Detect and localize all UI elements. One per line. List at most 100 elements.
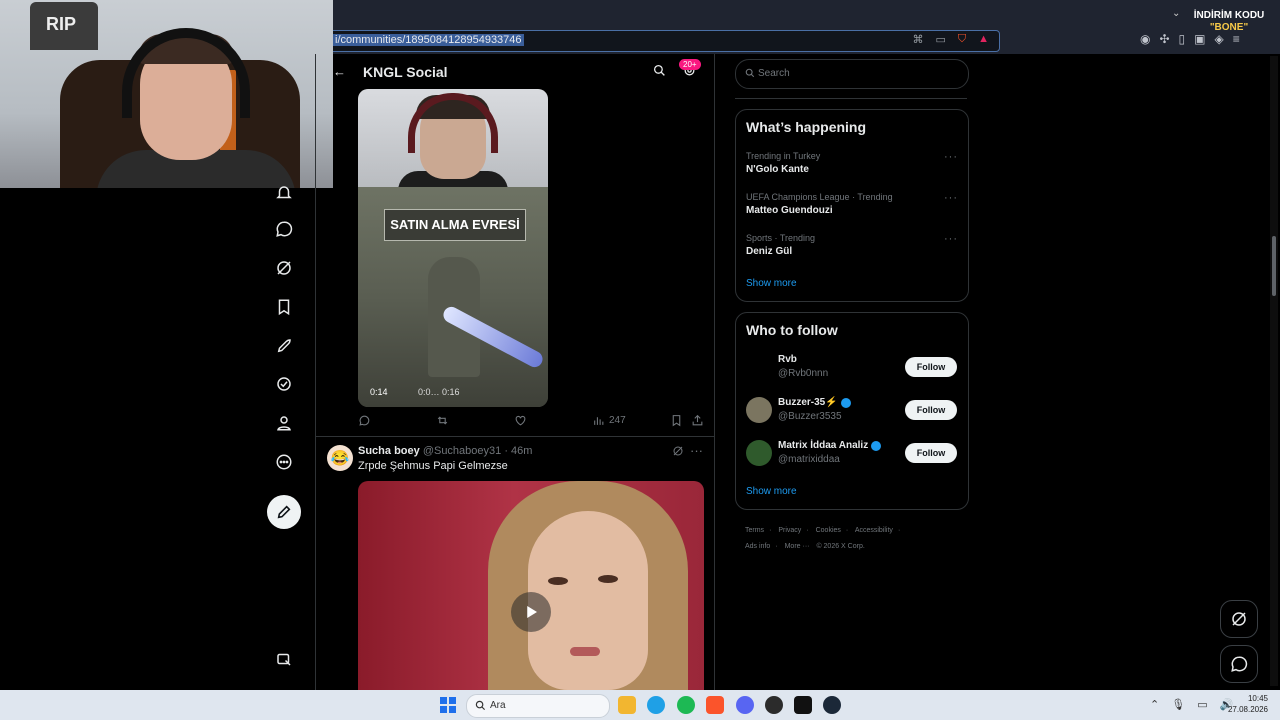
vpn-icon[interactable]: ◈ <box>1215 32 1224 46</box>
file-explorer-icon[interactable] <box>618 696 636 714</box>
profile-icon[interactable] <box>272 411 296 435</box>
taskbar-search-input[interactable]: Ara <box>466 694 610 718</box>
bookmark-icon[interactable] <box>670 414 683 427</box>
rip-sign: RIP <box>30 2 98 50</box>
footer-link-terms[interactable]: Terms <box>745 527 764 534</box>
follow-button[interactable]: Follow <box>905 443 957 463</box>
trend-item[interactable]: Matteo Guendouzi <box>746 205 833 216</box>
more-options-icon[interactable]: ··· <box>944 151 958 163</box>
share-icon[interactable] <box>691 414 704 427</box>
account-switcher-icon[interactable] <box>272 647 296 671</box>
who-to-follow-panel: Who to follow Rvb @Rvb0nnn Follow Buzzer… <box>735 312 969 510</box>
footer-link-accessibility[interactable]: Accessibility <box>855 527 893 534</box>
user-handle: @Rvb0nnn <box>778 368 829 379</box>
footer-link-privacy[interactable]: Privacy <box>778 527 801 534</box>
back-arrow-icon[interactable]: ← <box>333 64 346 79</box>
user-name[interactable]: Matrix İddaa Analiz <box>778 440 882 451</box>
more-options-icon[interactable]: ··· <box>944 192 958 204</box>
cast-icon[interactable]: ▭ <box>935 33 945 46</box>
footer-link-more[interactable]: More ··· <box>785 543 810 550</box>
promo-line-2: "BONE" <box>1209 22 1249 33</box>
clock[interactable]: 10:45 27.08.2026 <box>1226 693 1268 715</box>
author-name[interactable]: Sucha boey <box>358 445 420 457</box>
brave-rewards-icon[interactable]: ▲ <box>978 33 989 46</box>
panel-title: What’s happening <box>746 119 867 135</box>
play-button[interactable] <box>511 592 551 632</box>
views-icon <box>594 417 604 425</box>
user-handle: @Buzzer3535 <box>778 411 842 422</box>
more-circle-icon[interactable] <box>272 450 296 474</box>
taskbar: Ara ⌃ 🎙 ▭ 🔊 10:45 27.08.2026 <box>0 690 1280 720</box>
tab-list-chevron-icon[interactable]: ⌄ <box>1172 8 1180 19</box>
footer-link-cookies[interactable]: Cookies <box>816 527 841 534</box>
compose-post-button[interactable] <box>267 495 301 529</box>
search-icon <box>475 700 486 711</box>
sidebar-icon[interactable]: ▯ <box>1179 32 1186 46</box>
footer-links: Terms · Privacy · Cookies · Accessibility · … <box>745 527 901 550</box>
verified-badge-icon <box>871 440 882 451</box>
search-input[interactable]: Search <box>735 59 969 89</box>
brave-icon[interactable] <box>706 696 724 714</box>
verified-orgs-icon[interactable] <box>272 372 296 396</box>
footer-link-ads-info[interactable]: Ads info <box>745 543 770 550</box>
bookmarks-icon[interactable] <box>272 295 296 319</box>
reply-icon[interactable] <box>358 414 371 427</box>
post-video[interactable]: SATIN ALMA EVRESİ 0:14 0:0… 0:16 <box>358 89 548 407</box>
grok-icon[interactable] <box>672 445 684 460</box>
steam-icon[interactable] <box>823 696 841 714</box>
trend-item[interactable]: Deniz Gül <box>746 246 792 257</box>
show-more-link[interactable]: Show more <box>746 486 797 497</box>
avatar[interactable] <box>746 397 772 423</box>
windows-start-icon[interactable] <box>440 697 456 713</box>
repost-icon[interactable] <box>436 414 449 427</box>
edge-icon[interactable] <box>647 696 665 714</box>
search-icon[interactable] <box>653 64 666 80</box>
webcam-overlay: RIP <box>0 0 333 188</box>
promo-overlay: İNDİRİM KODU "BONE" <box>1190 10 1268 34</box>
url-text[interactable]: i/communities/1895084128954933746 <box>333 34 524 46</box>
scrollbar-thumb[interactable] <box>1272 236 1276 296</box>
avatar[interactable] <box>746 440 772 466</box>
avatar[interactable] <box>746 354 772 380</box>
menu-icon[interactable]: ≡ <box>1233 32 1240 46</box>
notifications-icon[interactable] <box>272 181 296 205</box>
user-handle: @matrixiddaa <box>778 454 840 465</box>
network-icon[interactable]: ▭ <box>1197 698 1207 711</box>
follow-button[interactable]: Follow <box>905 400 957 420</box>
show-more-link[interactable]: Show more <box>746 278 797 289</box>
spotify-icon[interactable] <box>677 696 695 714</box>
address-bar[interactable]: i/communities/1895084128954933746 ⌘ ▭ ⛉ … <box>326 30 1000 52</box>
video-banner-text: SATIN ALMA EVRESİ <box>384 209 526 241</box>
more-options-icon[interactable]: ··· <box>944 233 958 245</box>
like-icon[interactable] <box>514 414 527 427</box>
trend-context: Trending in Turkey <box>746 151 821 161</box>
post-video[interactable] <box>358 481 704 690</box>
user-name[interactable]: Rvb <box>778 354 797 365</box>
discord-icon[interactable] <box>736 696 754 714</box>
grok-floating-button[interactable] <box>1220 600 1258 638</box>
premium-rocket-icon[interactable] <box>272 334 296 358</box>
tray-overflow-icon[interactable]: ⌃ <box>1150 698 1159 711</box>
brave-shield-icon[interactable]: ⛉ <box>958 33 966 46</box>
wallet-icon[interactable]: ▣ <box>1194 32 1205 46</box>
page-scrollbar[interactable] <box>1270 56 1278 686</box>
grok-icon[interactable] <box>272 256 296 280</box>
obs-icon[interactable] <box>765 696 783 714</box>
messages-icon[interactable] <box>272 217 296 241</box>
more-options-icon[interactable]: ··· <box>690 443 703 458</box>
microphone-icon[interactable]: 🎙 <box>1171 698 1185 711</box>
video-controls[interactable]: 0:0… 0:16 <box>418 387 460 397</box>
translate-icon[interactable]: ⌘ <box>912 33 923 46</box>
views-count[interactable]: 247 <box>592 414 626 427</box>
post-author[interactable]: Sucha boey @Suchaboey31 · 46m <box>358 445 532 457</box>
messages-floating-button[interactable] <box>1220 645 1258 683</box>
extension-icon[interactable]: ◉ <box>1140 32 1150 46</box>
trend-item[interactable]: N'Golo Kante <box>746 164 809 175</box>
avatar[interactable]: 😂 <box>327 445 353 471</box>
author-handle[interactable]: @Suchaboey31 · 46m <box>423 445 533 457</box>
puzzle-icon[interactable]: ✣ <box>1159 32 1169 46</box>
user-name[interactable]: Buzzer-35⚡ <box>778 397 851 408</box>
video-timestamp: 0:14 <box>370 387 388 397</box>
follow-button[interactable]: Follow <box>905 357 957 377</box>
app-icon[interactable] <box>794 696 812 714</box>
